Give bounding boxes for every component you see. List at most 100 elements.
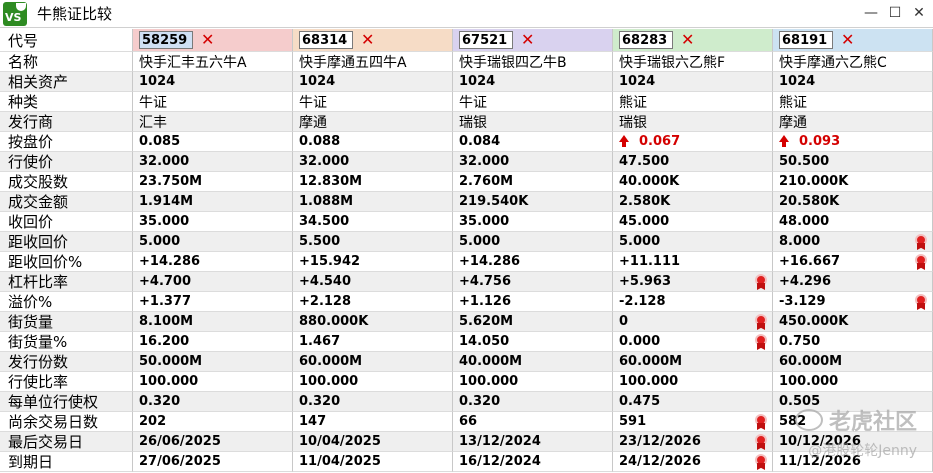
table-cell: 汇丰 <box>133 112 293 132</box>
table-cell: 5.000 <box>133 232 293 252</box>
table-row: 相关资产 1024 1024 1024 1024 1024 <box>0 72 933 92</box>
cell-value: 48.000 <box>779 214 830 229</box>
cell-value: 210.000K <box>779 174 849 189</box>
cell-value: 147 <box>299 414 327 429</box>
table-cell: 13/12/2024 <box>453 432 613 452</box>
table-cell: 瑞银 <box>613 112 773 132</box>
header-row: 代号 ✕ ✕ ✕ ✕ ✕ <box>0 29 933 52</box>
cell-value: +14.286 <box>459 254 521 269</box>
cell-value: 0.084 <box>459 134 501 149</box>
table-row: 收回价 35.000 34.500 35.000 45.000 48.000 <box>0 212 933 232</box>
cell-value: +4.296 <box>779 274 832 289</box>
cell-value: 591 <box>619 414 647 429</box>
code-input[interactable] <box>459 31 513 49</box>
table-cell: 147 <box>293 412 453 432</box>
row-label: 距收回价 <box>0 232 133 252</box>
cell-value: -2.128 <box>619 294 666 309</box>
header-cell: ✕ <box>293 29 453 52</box>
close-button[interactable]: ✕ <box>911 3 927 23</box>
cell-value: 1024 <box>139 74 176 89</box>
table-cell: 1024 <box>773 72 933 92</box>
row-label: 街货量% <box>0 332 133 352</box>
cell-value: 12.830M <box>299 174 363 189</box>
remove-icon[interactable]: ✕ <box>681 31 694 49</box>
cell-value: 1024 <box>779 74 816 89</box>
cell-value: +1.377 <box>139 294 192 309</box>
row-label: 相关资产 <box>0 72 133 92</box>
cell-value: 0.475 <box>619 394 661 409</box>
cell-value: 582 <box>779 414 807 429</box>
table-cell: 1.914M <box>133 192 293 212</box>
cell-value: 26/06/2025 <box>139 434 221 449</box>
cell-value: 5.620M <box>459 314 514 329</box>
arrow-up-icon <box>619 135 629 147</box>
cell-value: 0.320 <box>459 394 501 409</box>
remove-icon[interactable]: ✕ <box>361 31 374 49</box>
award-ribbon-icon <box>914 254 928 270</box>
code-input[interactable] <box>299 31 353 49</box>
table-cell: 40.000M <box>453 352 613 372</box>
table-cell: 1.467 <box>293 332 453 352</box>
remove-icon[interactable]: ✕ <box>201 31 214 49</box>
table-row: 名称 快手汇丰五六牛A 快手摩通五四牛A 快手瑞银四乙牛B 快手瑞银六乙熊F 快手摩通六乙… <box>0 52 933 72</box>
table-cell: 50.500 <box>773 152 933 172</box>
table-cell: +11.111 <box>613 252 773 272</box>
cell-value: +1.126 <box>459 294 512 309</box>
cell-value: 快手瑞银四乙牛B <box>459 54 567 71</box>
remove-icon[interactable]: ✕ <box>841 31 854 49</box>
table-cell: 47.500 <box>613 152 773 172</box>
table-row: 行使比率 100.000 100.000 100.000 100.000 100.000 <box>0 372 933 392</box>
cell-value: 35.000 <box>139 214 190 229</box>
table-cell: 8.000 <box>773 232 933 252</box>
cell-value: 100.000 <box>139 374 199 389</box>
table-cell: 50.000M <box>133 352 293 372</box>
table-row: 最后交易日 26/06/2025 10/04/2025 13/12/2024 23/12… <box>0 432 933 452</box>
table-row: 距收回价% +14.286 +15.942 +14.286 +11.111 +16.667 <box>0 252 933 272</box>
row-label: 按盘价 <box>0 132 133 152</box>
table-cell: 0.750 <box>773 332 933 352</box>
cell-value: 快手瑞银六乙熊F <box>619 54 726 71</box>
cell-value: +11.111 <box>619 254 681 269</box>
cell-value: 1024 <box>619 74 656 89</box>
cell-value: 10/04/2025 <box>299 434 381 449</box>
cell-value: 2.580K <box>619 194 671 209</box>
row-label: 发行份数 <box>0 352 133 372</box>
cell-value: +4.756 <box>459 274 512 289</box>
code-input[interactable] <box>139 31 193 49</box>
minimize-button[interactable]: — <box>863 3 879 23</box>
table-cell: 20.580K <box>773 192 933 212</box>
code-input[interactable] <box>779 31 833 49</box>
award-ribbon-icon <box>754 334 768 350</box>
table-cell: +14.286 <box>133 252 293 272</box>
table-cell: 快手摩通六乙熊C <box>773 52 933 72</box>
cell-value: +14.286 <box>139 254 201 269</box>
row-label: 每单位行使权 <box>0 392 133 412</box>
cell-value: 0.320 <box>139 394 181 409</box>
table-cell: +1.377 <box>133 292 293 312</box>
table-cell: +5.963 <box>613 272 773 292</box>
table-cell: 23/12/2026 <box>613 432 773 452</box>
table-cell: 8.100M <box>133 312 293 332</box>
cell-value: 5.000 <box>619 234 661 249</box>
table-cell: 2.760M <box>453 172 613 192</box>
table-cell: +14.286 <box>453 252 613 272</box>
table-cell: 0.085 <box>133 132 293 152</box>
row-label: 行使比率 <box>0 372 133 392</box>
row-label: 成交金额 <box>0 192 133 212</box>
window-title: 牛熊证比较 <box>37 5 113 23</box>
maximize-button[interactable]: ☐ <box>887 3 903 23</box>
cell-value: 27/06/2025 <box>139 454 221 469</box>
row-label: 种类 <box>0 92 133 112</box>
table-cell: 5.620M <box>453 312 613 332</box>
table-cell: +1.126 <box>453 292 613 312</box>
cell-value: 快手汇丰五六牛A <box>139 54 247 71</box>
remove-icon[interactable]: ✕ <box>521 31 534 49</box>
table-cell: 27/06/2025 <box>133 452 293 472</box>
cell-value: 0.067 <box>639 134 681 149</box>
table-cell: 202 <box>133 412 293 432</box>
cell-value: 100.000 <box>619 374 679 389</box>
table-cell: +4.756 <box>453 272 613 292</box>
cell-value: 8.000 <box>779 234 821 249</box>
code-input[interactable] <box>619 31 673 49</box>
cell-value: 450.000K <box>779 314 849 329</box>
